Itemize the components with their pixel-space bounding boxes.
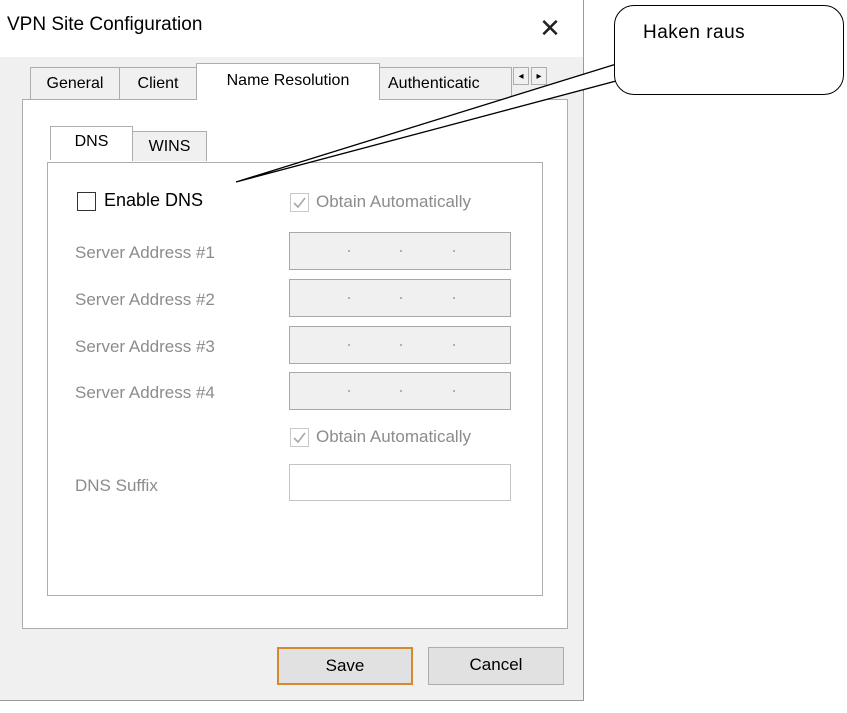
tab-name-resolution[interactable]: Name Resolution	[196, 63, 380, 100]
annotation-callout	[614, 5, 844, 95]
tab-label: Name Resolution	[226, 72, 350, 89]
tab-dns[interactable]: DNS	[50, 126, 133, 160]
annotation-text: Haken raus	[643, 22, 746, 43]
tab-label: DNS	[74, 133, 109, 150]
callout-pointer	[235, 51, 681, 183]
